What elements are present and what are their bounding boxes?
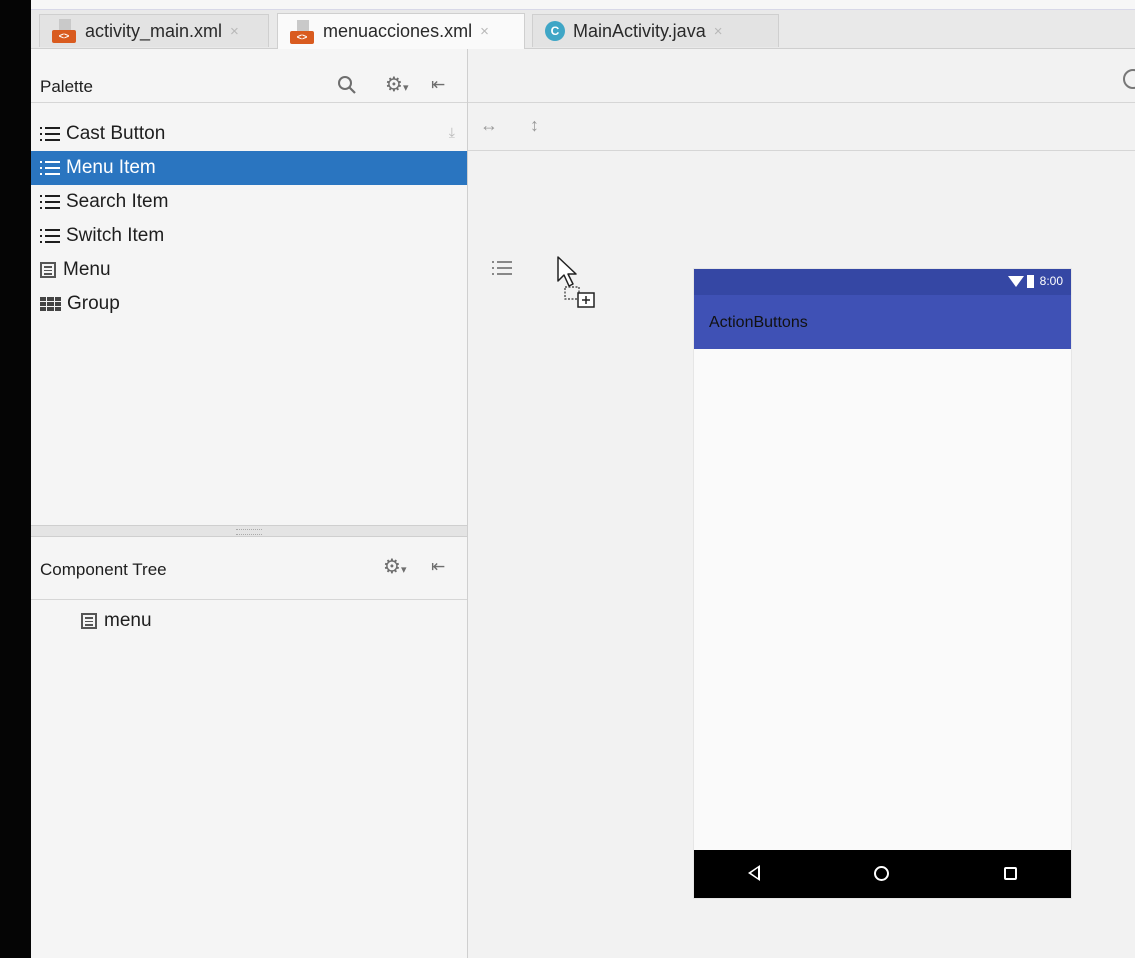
gear-dropdown-icon[interactable]: ⚙▾ [383, 557, 406, 580]
zoom-icon[interactable] [1123, 69, 1135, 89]
recents-icon [1004, 867, 1017, 880]
vertical-resize-icon[interactable]: ↕ [530, 115, 539, 136]
status-time: 8:00 [1039, 274, 1063, 288]
palette-item-switch-item[interactable]: Switch Item [31, 219, 467, 253]
search-icon[interactable] [337, 75, 357, 99]
tab-label: activity_main.xml [85, 20, 223, 41]
palette-item-search-item[interactable]: Search Item [31, 185, 467, 219]
status-bar: 8:00 [694, 269, 1071, 295]
menu-icon [81, 613, 97, 629]
palette-item-label: Menu [63, 259, 111, 280]
palette-item-menu[interactable]: Menu [31, 253, 467, 287]
tab-activity-main[interactable]: <> activity_main.xml × [39, 14, 269, 47]
tree-item-label: menu [104, 610, 152, 631]
list-icon [40, 229, 60, 243]
wifi-icon [1007, 275, 1024, 287]
left-tool-panel: Palette ⚙▾ ⇤ Cast Button ⤓ Menu Item Sea… [31, 49, 468, 958]
panel-splitter[interactable] [31, 525, 467, 537]
palette-list: Cast Button ⤓ Menu Item Search Item Swit… [31, 117, 467, 321]
tab-label: menuacciones.xml [323, 21, 473, 41]
tree-item-menu[interactable]: menu [81, 610, 152, 632]
app-title: ActionButtons [709, 314, 808, 331]
design-toolbar: ↔ ↕ [468, 103, 1135, 151]
component-tree-header: Component Tree ⚙▾ ⇤ [31, 546, 467, 600]
editor-tab-bar: <> activity_main.xml × <> menuacciones.x… [31, 10, 1135, 49]
palette-item-menu-item[interactable]: Menu Item [31, 151, 467, 185]
list-icon [40, 161, 60, 175]
list-icon [40, 127, 60, 141]
battery-icon [1026, 274, 1034, 288]
window-top-border [31, 0, 1135, 10]
list-icon [40, 195, 60, 209]
horizontal-resize-icon[interactable]: ↔ [480, 115, 498, 136]
home-icon [874, 866, 889, 881]
palette-item-label: Switch Item [66, 225, 165, 246]
design-canvas[interactable]: ↔ ↕ 8:00 ActionButtons [468, 49, 1135, 958]
design-top-bar [468, 49, 1135, 103]
tab-label: MainActivity.java [573, 20, 706, 41]
palette-header: Palette ⚙▾ ⇤ [31, 49, 467, 103]
java-class-icon: C [545, 21, 565, 41]
gear-dropdown-icon[interactable]: ⚙▾ [385, 75, 408, 98]
close-icon[interactable]: × [480, 23, 489, 40]
palette-item-group[interactable]: Group [31, 287, 467, 321]
tab-main-activity[interactable]: C MainActivity.java × [532, 14, 779, 47]
device-preview: 8:00 ActionButtons [694, 269, 1071, 898]
palette-item-label: Cast Button [66, 123, 166, 144]
close-icon[interactable]: × [714, 23, 723, 40]
menu-icon [40, 262, 56, 278]
hide-panel-icon[interactable]: ⇤ [431, 75, 445, 95]
xml-file-icon: <> [290, 19, 316, 44]
grid-icon [40, 297, 61, 311]
palette-item-label: Menu Item [66, 157, 156, 178]
close-icon[interactable]: × [230, 23, 239, 40]
palette-item-cast-button[interactable]: Cast Button ⤓ [31, 117, 467, 151]
list-icon [492, 261, 512, 275]
palette-title: Palette [40, 77, 93, 96]
tab-menuacciones[interactable]: <> menuacciones.xml × [277, 13, 525, 49]
xml-file-icon: <> [52, 19, 78, 43]
download-icon[interactable]: ⤓ [449, 124, 455, 141]
palette-item-label: Group [67, 293, 120, 314]
navigation-bar [694, 850, 1071, 898]
hide-panel-icon[interactable]: ⇤ [431, 557, 445, 577]
drag-cursor-icon [556, 255, 606, 315]
palette-item-label: Search Item [66, 191, 169, 212]
component-tree-title: Component Tree [40, 560, 167, 579]
app-bar[interactable]: ActionButtons [694, 295, 1071, 349]
left-edge-strip [0, 0, 31, 958]
back-icon [748, 865, 760, 881]
